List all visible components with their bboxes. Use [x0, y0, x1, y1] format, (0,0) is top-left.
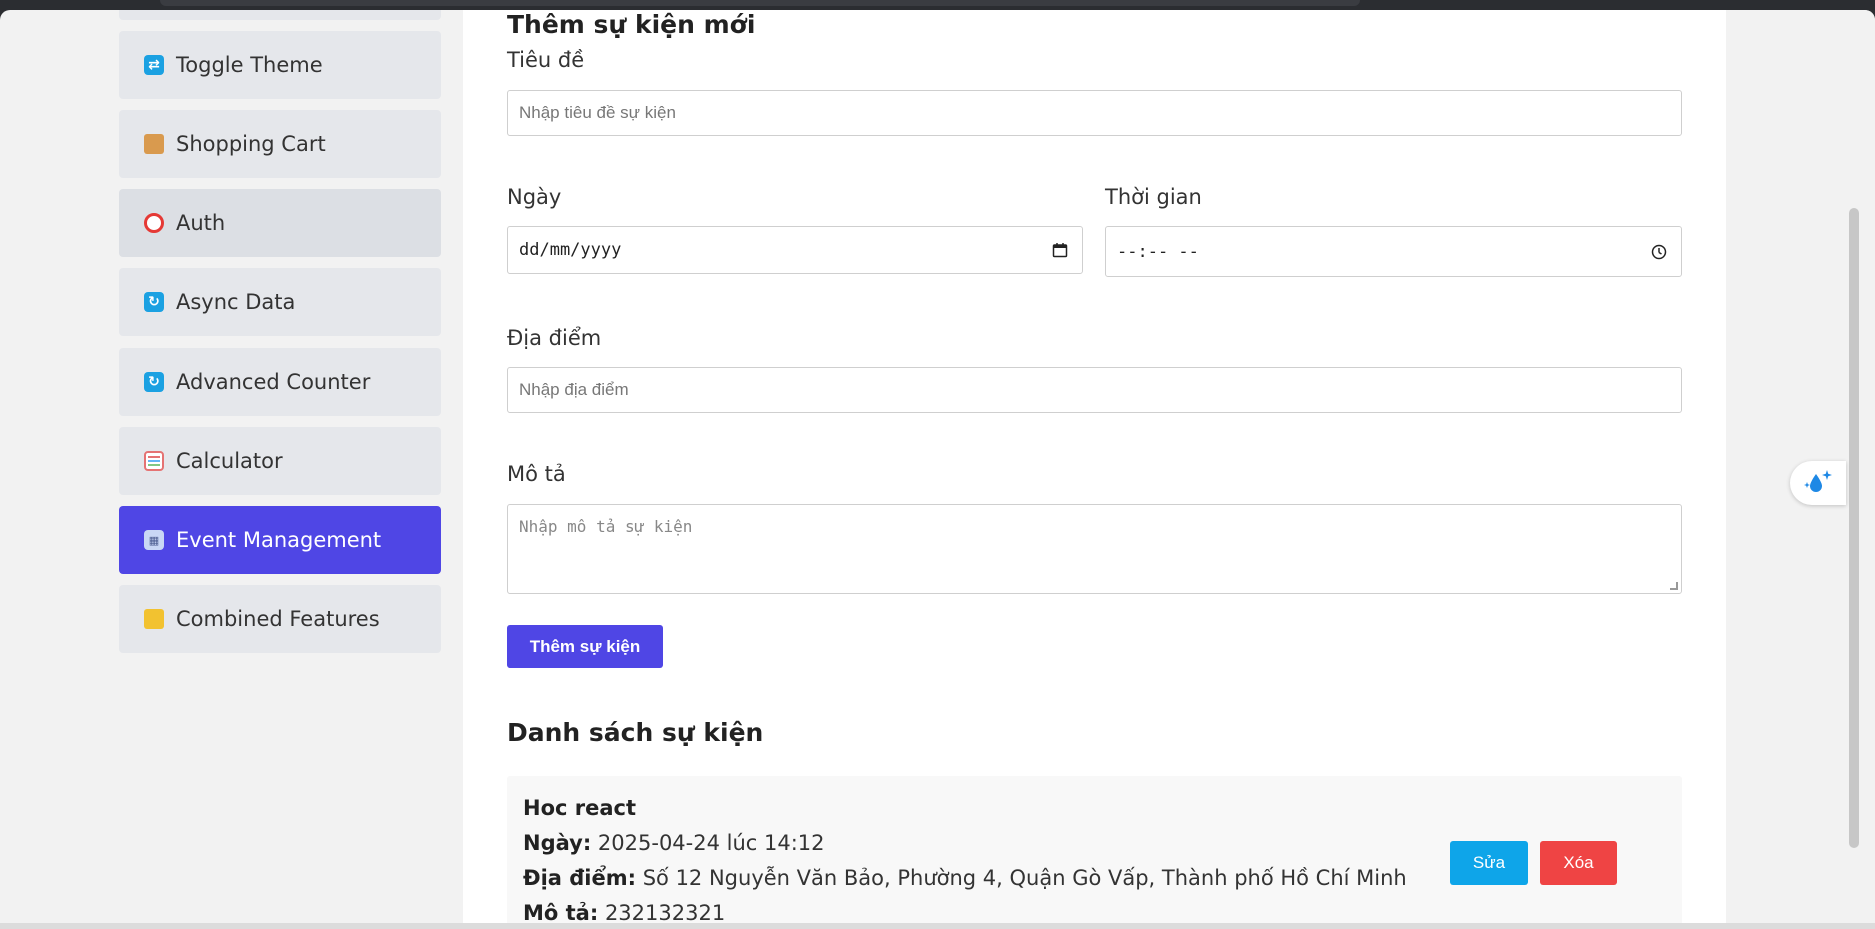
sidebar-item-combined-features[interactable]: Combined Features: [119, 585, 441, 653]
event-location-value: Số 12 Nguyễn Văn Bảo, Phường 4, Quận Gò …: [642, 866, 1407, 890]
event-date: Ngày: 2025-04-24 lúc 14:12: [523, 831, 825, 855]
delete-event-button[interactable]: Xóa: [1540, 841, 1617, 885]
sidebar-item-label: Combined Features: [176, 607, 380, 631]
sidebar-item-label: Calculator: [176, 449, 283, 473]
resize-handle-icon[interactable]: [1670, 582, 1678, 590]
time-label: Thời gian: [1105, 185, 1202, 209]
edit-event-button[interactable]: Sửa: [1450, 841, 1528, 885]
sidebar-item-auth[interactable]: Auth: [119, 189, 441, 257]
description-placeholder: Nhập mô tả sự kiện: [519, 517, 693, 536]
event-list-heading: Danh sách sự kiện: [507, 718, 764, 747]
clock-icon[interactable]: [1651, 244, 1667, 260]
sidebar-item-advanced-counter[interactable]: ↻ Advanced Counter: [119, 348, 441, 416]
date-value: dd/mm/yyyy: [519, 240, 622, 260]
floating-assistant-button[interactable]: [1790, 461, 1846, 505]
sidebar-item-event-management[interactable]: ▦ Event Management: [119, 506, 441, 574]
location-placeholder: Nhập địa điểm: [519, 380, 629, 399]
sidebar-item-calculator[interactable]: Calculator: [119, 427, 441, 495]
abacus-icon: [144, 451, 164, 471]
package-icon: [144, 134, 164, 154]
add-event-button[interactable]: Thêm sự kiện: [507, 625, 663, 668]
title-label: Tiêu đề: [507, 48, 585, 72]
lock-icon: [144, 609, 164, 629]
event-description-label: Mô tả:: [523, 901, 599, 923]
title-placeholder: Nhập tiêu đề sự kiện: [519, 103, 676, 122]
bottom-edge: [0, 923, 1875, 929]
event-date-value: 2025-04-24 lúc 14:12: [597, 831, 825, 855]
event-description-value: 232132321: [604, 901, 726, 923]
refresh-icon: ↻: [144, 292, 164, 312]
location-label: Địa điểm: [507, 326, 602, 350]
sidebar-item-label: Async Data: [176, 290, 296, 314]
event-description: Mô tả: 232132321: [523, 901, 725, 923]
event-date-label: Ngày:: [523, 831, 592, 855]
form-heading: Thêm sự kiện mới: [507, 10, 756, 39]
title-input[interactable]: Nhập tiêu đề sự kiện: [507, 90, 1682, 136]
calendar-picker-icon[interactable]: [1052, 242, 1068, 258]
refresh-icon: ↻: [144, 372, 164, 392]
sidebar-item-label: Auth: [176, 211, 226, 235]
calendar-icon: ▦: [144, 530, 164, 550]
sidebar-item-shopping-cart[interactable]: Shopping Cart: [119, 110, 441, 178]
description-label: Mô tả: [507, 462, 566, 486]
sidebar-item-async-data[interactable]: ↻ Async Data: [119, 268, 441, 336]
scrollbar-thumb[interactable]: [1849, 208, 1859, 848]
sidebar-item-label: Event Management: [176, 528, 382, 552]
target-icon: [144, 213, 164, 233]
time-input[interactable]: --:-- --: [1105, 226, 1682, 277]
sparkle-drop-icon: [1804, 470, 1832, 492]
event-card: Hoc react Ngày: 2025-04-24 lúc 14:12 Địa…: [507, 776, 1682, 923]
location-input[interactable]: Nhập địa điểm: [507, 367, 1682, 413]
time-value: --:-- --: [1117, 241, 1199, 262]
description-textarea[interactable]: Nhập mô tả sự kiện: [507, 504, 1682, 594]
event-title: Hoc react: [523, 796, 637, 820]
event-location: Địa điểm: Số 12 Nguyễn Văn Bảo, Phường 4…: [523, 866, 1407, 890]
date-input[interactable]: dd/mm/yyyy: [507, 226, 1083, 274]
sidebar-item-label: Shopping Cart: [176, 132, 326, 156]
sidebar-item-previous[interactable]: [119, 10, 441, 20]
sidebar-item-label: Advanced Counter: [176, 370, 371, 394]
toggle-icon: ⇄: [144, 55, 164, 75]
event-location-label: Địa điểm:: [523, 866, 637, 890]
sidebar-item-label: Toggle Theme: [176, 53, 323, 77]
main-content: Thêm sự kiện mới Tiêu đề Nhập tiêu đề sự…: [463, 10, 1726, 923]
date-label: Ngày: [507, 185, 562, 209]
browser-tab-edge: [160, 0, 1360, 6]
sidebar-item-toggle-theme[interactable]: ⇄ Toggle Theme: [119, 31, 441, 99]
page-viewport: ⇄ Toggle Theme Shopping Cart Auth ↻ Asyn…: [0, 10, 1875, 923]
